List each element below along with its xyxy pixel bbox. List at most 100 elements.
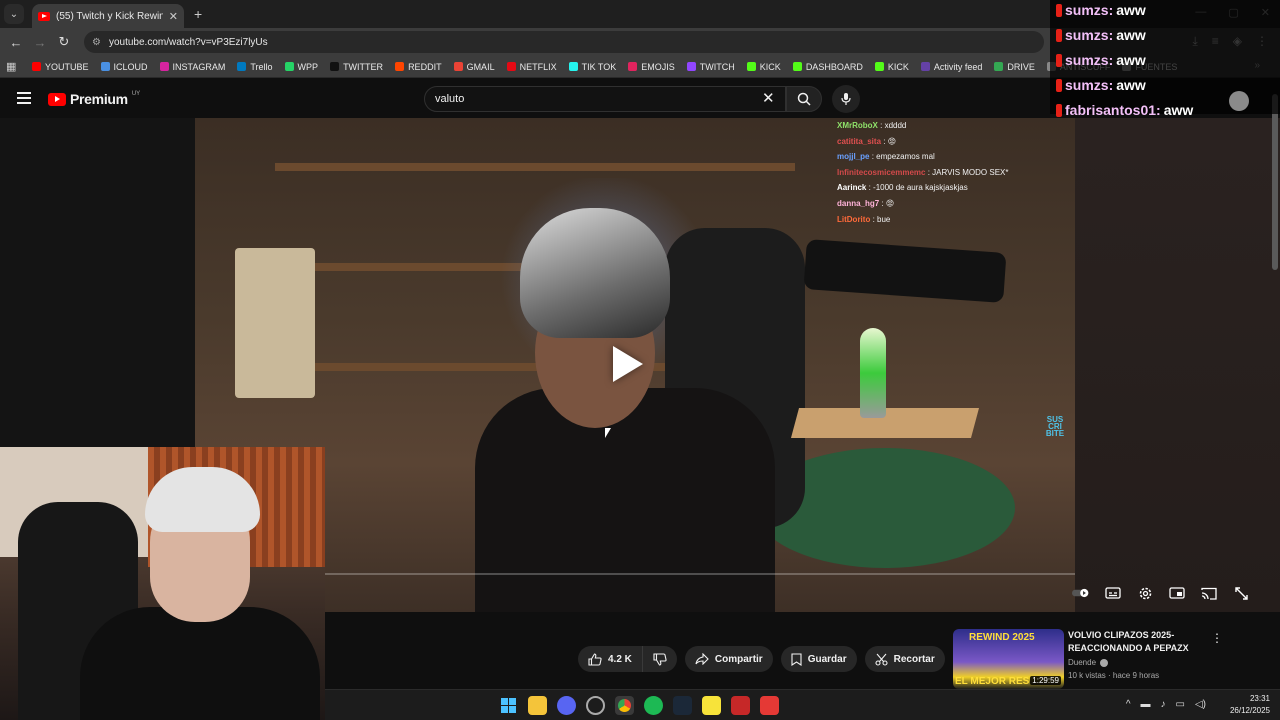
site-info-icon[interactable]: ⚙ — [92, 37, 101, 48]
dislike-button[interactable] — [641, 646, 677, 672]
play-icon[interactable] — [613, 346, 643, 382]
bookmark-label: EMOJIS — [641, 61, 675, 72]
like-button[interactable]: 4.2 K — [578, 646, 642, 672]
bookmark-item[interactable]: GMAIL — [453, 61, 495, 72]
bookmark-item[interactable]: Activity feed — [920, 61, 983, 72]
chat-message: XMrRoboX : xdddd — [837, 118, 1075, 134]
recommended-video[interactable]: REWIND 2025 EL MEJOR RES 1:29:59 VOLVIO … — [953, 629, 1223, 691]
miniplayer-icon — [1169, 587, 1185, 599]
forward-icon[interactable]: → — [28, 35, 52, 50]
clip-button[interactable]: Recortar — [864, 646, 945, 672]
bookmark-label: REDDIT — [408, 61, 442, 72]
video-duration: 1:29:59 — [1030, 676, 1061, 685]
bookmark-favicon-icon — [686, 62, 696, 71]
bookmark-item[interactable]: YOUTUBE — [32, 62, 89, 72]
screen: ⌄ (55) Twitch y Kick Rewind Argen ✕ + — … — [0, 0, 1280, 720]
chrome-icon[interactable] — [615, 696, 634, 715]
autoplay-toggle[interactable] — [1072, 584, 1090, 602]
video-progress-bar[interactable] — [325, 573, 1075, 575]
voice-search-button[interactable] — [832, 85, 860, 113]
bookmark-favicon-icon — [237, 62, 247, 71]
bookmark-item[interactable]: EMOJIS — [628, 62, 675, 72]
tab-close-icon[interactable]: ✕ — [169, 10, 178, 23]
discord-icon[interactable] — [557, 696, 576, 715]
sticky-notes-icon[interactable] — [702, 696, 721, 715]
search-icon — [797, 92, 811, 106]
video-controls — [1072, 584, 1250, 602]
iron-man-helmet — [520, 208, 670, 338]
video-thumbnail[interactable]: REWIND 2025 EL MEJOR RES 1:29:59 — [953, 629, 1064, 689]
fullscreen-button[interactable] — [1232, 584, 1250, 602]
overlay-chat-message: sumzs: aww — [1056, 2, 1146, 18]
steam-icon[interactable] — [673, 696, 692, 715]
bookmark-item[interactable]: KICK — [874, 62, 909, 72]
language-icon[interactable]: ▬ — [1141, 699, 1151, 710]
bookmark-item[interactable]: TWITCH — [686, 62, 735, 72]
url-bar[interactable]: ⚙ youtube.com/watch?v=vP3Ezi7lyUs — [84, 31, 1044, 53]
captions-icon — [1105, 587, 1121, 599]
obs-icon[interactable] — [586, 696, 605, 715]
avatar[interactable] — [1229, 91, 1249, 111]
anydesk-icon[interactable] — [760, 696, 779, 715]
bookmark-favicon-icon — [100, 62, 110, 71]
save-button[interactable]: Guardar — [780, 646, 857, 672]
bookmark-item[interactable]: NETFLIX — [506, 62, 557, 72]
network-icon[interactable]: ▭ — [1176, 699, 1185, 710]
menu-icon[interactable] — [17, 92, 31, 104]
bookmark-item[interactable]: TIK TOK — [568, 62, 616, 72]
video-menu-icon[interactable]: ⋮ — [1211, 631, 1223, 645]
settings-button[interactable] — [1136, 584, 1154, 602]
new-tab-button[interactable]: + — [194, 6, 202, 22]
captions-button[interactable] — [1104, 584, 1122, 602]
start-icon[interactable] — [499, 696, 518, 715]
share-button[interactable]: Compartir — [684, 646, 773, 672]
chat-message: danna_hg7 : 😡 — [837, 196, 1075, 212]
lava-lamp — [860, 328, 886, 418]
channel-name[interactable]: Duende — [1068, 658, 1109, 667]
bookmark-label: GMAIL — [466, 61, 495, 72]
reload-icon[interactable]: ↻ — [52, 34, 76, 50]
recommended-video-title[interactable]: VOLVIO CLIPAZOS 2025- REACCIONANDO A PEP… — [1068, 629, 1208, 655]
bookmark-label: Activity feed — [933, 61, 983, 72]
cast-button[interactable] — [1200, 584, 1218, 602]
volume-icon[interactable]: ◁) — [1195, 699, 1206, 710]
bookmark-item[interactable]: Trello — [237, 62, 273, 72]
youtube-premium-logo[interactable]: Premium UY — [48, 91, 140, 107]
bookmark-item[interactable]: KICK — [746, 62, 781, 72]
microphone-arm — [803, 239, 1007, 303]
clear-search-icon[interactable]: ✕ — [762, 89, 775, 107]
subscribe-watermark[interactable]: SUS CRI BITE — [1040, 416, 1070, 438]
bookmark-item[interactable]: WPP — [284, 61, 319, 72]
bookmark-item[interactable]: TWITTER — [330, 62, 383, 72]
mic-tray-icon[interactable]: ♪ — [1161, 699, 1166, 710]
search-input[interactable]: valuto — [424, 86, 786, 112]
tab-search-button[interactable]: ⌄ — [4, 4, 24, 24]
chat-text: : -1000 de aura kajskjaskjas — [868, 183, 968, 193]
bookmark-item[interactable]: DRIVE — [994, 62, 1035, 72]
bookmark-icon — [791, 652, 802, 666]
bookmark-item[interactable]: REDDIT — [395, 62, 442, 72]
gear-icon — [1139, 587, 1151, 599]
overlay-chat-message: sumzs: aww — [1056, 52, 1146, 68]
bookmark-favicon-icon — [506, 62, 516, 71]
tray-expand-icon[interactable]: ^ — [1126, 699, 1131, 710]
bookmark-label: WPP — [297, 61, 319, 72]
search-button[interactable] — [786, 86, 822, 112]
overlay-chat-username: fabrisantos01: — [1065, 102, 1161, 118]
video-editor-icon[interactable] — [731, 696, 750, 715]
miniplayer-button[interactable] — [1168, 584, 1186, 602]
bookmark-item[interactable]: DASHBOARD — [792, 62, 863, 72]
file-explorer-icon[interactable] — [528, 696, 547, 715]
video-player[interactable]: XMrRoboX : xdddd catitita_sita : 😡 mojjl_p… — [195, 118, 1075, 612]
page-scrollbar[interactable] — [1272, 94, 1278, 270]
system-clock[interactable]: 23:31 26/12/2025 — [1230, 693, 1270, 717]
bookmark-item[interactable]: INSTAGRAM — [159, 62, 225, 72]
bookmark-item[interactable]: ICLOUD — [100, 62, 148, 72]
spotify-icon[interactable] — [644, 696, 663, 715]
chat-text: : 😡 — [883, 136, 897, 146]
url-text: youtube.com/watch?v=vP3Ezi7lyUs — [108, 36, 268, 48]
back-icon[interactable]: ← — [4, 35, 28, 50]
chat-badge-icon — [1056, 28, 1062, 42]
browser-tab[interactable]: (55) Twitch y Kick Rewind Argen ✕ — [32, 4, 184, 28]
apps-grid-icon[interactable]: ▦ — [6, 60, 20, 73]
